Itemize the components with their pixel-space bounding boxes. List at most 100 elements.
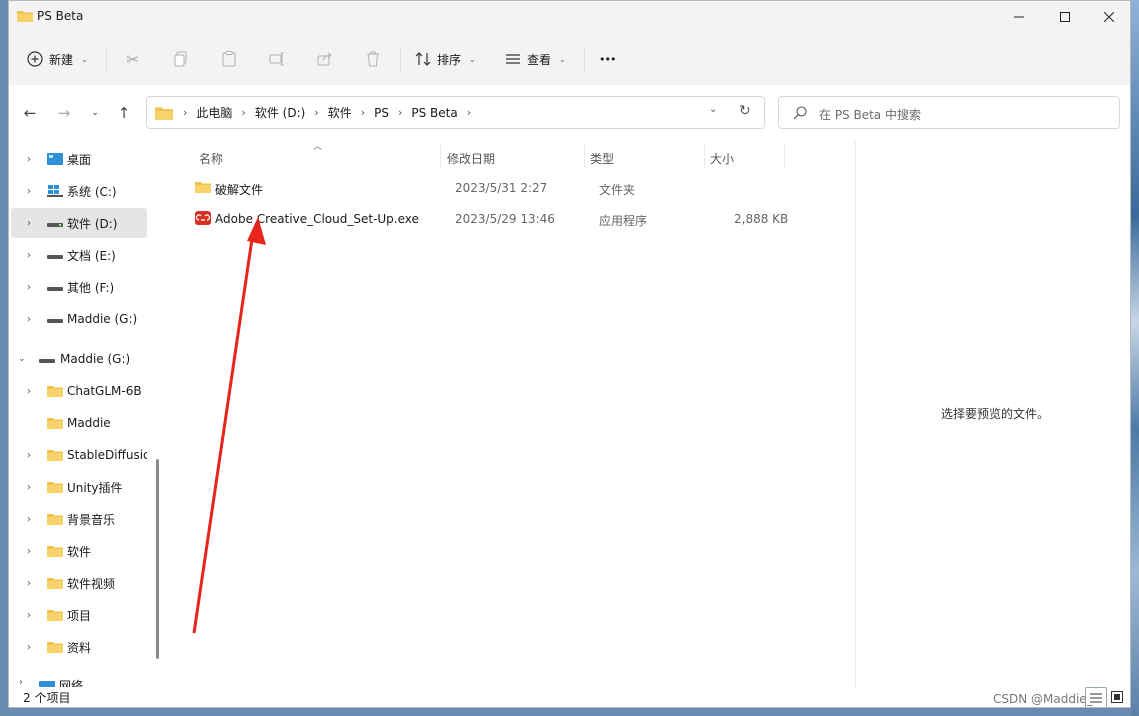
preview-pane-divider[interactable] (855, 141, 856, 687)
sidebar-scrollbar[interactable] (156, 459, 159, 659)
more-options-button[interactable]: ••• (599, 47, 616, 71)
sidebar-item-folder[interactable]: › 项目 (9, 600, 149, 630)
folder-icon (47, 610, 63, 621)
chevron-right-icon[interactable]: › (361, 106, 365, 119)
sidebar-item-drive-g-expanded[interactable]: ⌄ Maddie (G:) (9, 344, 149, 374)
up-button[interactable]: ↑ (112, 99, 136, 127)
new-label: 新建 (49, 52, 74, 67)
column-header-name[interactable]: 名称 (199, 145, 223, 171)
file-modified: 2023/5/29 13:46 (455, 212, 555, 226)
close-button[interactable] (1086, 1, 1130, 33)
navigation-pane: › 桌面 › 系统 (C:) › 软件 (D:) › 文档 (E:) › 其他 … (9, 141, 165, 687)
sidebar-item-drive-d[interactable]: › 软件 (D:) (11, 208, 147, 238)
search-box[interactable]: 在 PS Beta 中搜索 (778, 96, 1120, 129)
breadcrumb-item[interactable]: 软件 (328, 104, 352, 121)
cut-icon[interactable]: ✂ (121, 47, 145, 71)
chevron-right-icon[interactable]: › (27, 314, 31, 325)
sidebar-item-drive-f[interactable]: › 其他 (F:) (9, 272, 149, 302)
view-button[interactable]: 查看 ⌄ (505, 47, 566, 71)
chevron-right-icon[interactable]: › (27, 482, 31, 493)
sidebar-item-drive-e[interactable]: › 文档 (E:) (9, 240, 149, 270)
column-divider[interactable] (704, 143, 705, 169)
chevron-down-icon[interactable]: ⌄ (18, 354, 26, 364)
chevron-right-icon[interactable]: › (241, 106, 245, 119)
address-dropdown-button[interactable]: ⌄ (709, 104, 717, 115)
file-row[interactable]: Adobe Creative_Cloud_Set-Up.exe 2023/5/2… (183, 205, 788, 233)
chevron-right-icon[interactable]: › (27, 642, 31, 653)
sidebar-item-label: 资料 (67, 640, 92, 655)
breadcrumb-item[interactable]: PS Beta (411, 106, 457, 120)
drive-icon (47, 255, 63, 259)
maximize-button[interactable] (1042, 1, 1088, 33)
file-name: Adobe Creative_Cloud_Set-Up.exe (215, 212, 419, 226)
back-button[interactable]: ← (18, 99, 42, 127)
file-name: 破解文件 (215, 183, 264, 197)
toolbar-divider (106, 47, 107, 73)
sidebar-item-drive-c[interactable]: › 系统 (C:) (9, 176, 149, 206)
chevron-right-icon[interactable]: › (314, 106, 318, 119)
sidebar-item-folder[interactable]: › Unity插件 (9, 472, 149, 502)
file-row[interactable]: 破解文件 2023/5/31 2:27 文件夹 (183, 174, 783, 202)
item-count: 2 个项目 (23, 691, 71, 705)
file-explorer-window: PS Beta 新建 ⌄ ✂ 排序 ⌄ 查看 ⌄ ••• ← → ⌄ ↑ › 此… (8, 0, 1131, 708)
sidebar-item-folder[interactable]: › StableDiffusio (9, 440, 149, 470)
chevron-right-icon[interactable]: › (27, 186, 31, 197)
drive-icon (47, 223, 63, 227)
rename-icon[interactable] (265, 47, 289, 71)
chevron-down-icon: ⌄ (91, 108, 99, 118)
watermark: CSDN @Maddie_ (993, 692, 1093, 706)
sidebar-item-label: Maddie (67, 416, 111, 430)
chevron-right-icon[interactable]: › (27, 282, 31, 293)
column-header-modified[interactable]: 修改日期 (447, 145, 495, 171)
forward-button[interactable]: → (52, 99, 76, 127)
chevron-right-icon[interactable]: › (27, 610, 31, 621)
chevron-right-icon[interactable]: › (27, 250, 31, 261)
breadcrumb-item[interactable]: 软件 (D:) (255, 104, 305, 121)
chevron-right-icon[interactable]: › (27, 450, 31, 461)
delete-icon[interactable] (361, 47, 385, 71)
chevron-right-icon[interactable]: › (27, 546, 31, 557)
column-header-size[interactable]: 大小 (710, 145, 734, 171)
copy-icon[interactable] (169, 47, 193, 71)
recent-locations-button[interactable]: ⌄ (83, 99, 107, 127)
sidebar-item-drive-g[interactable]: › Maddie (G:) (9, 304, 149, 334)
tiles-view-button[interactable] (1107, 687, 1127, 707)
chevron-right-icon[interactable]: › (398, 106, 402, 119)
breadcrumb-item[interactable]: PS (374, 106, 389, 120)
chevron-right-icon[interactable]: › (467, 106, 471, 119)
chevron-right-icon[interactable]: › (27, 154, 31, 165)
sort-button[interactable]: 排序 ⌄ (415, 47, 476, 71)
breadcrumb-item[interactable]: 此电脑 (196, 104, 232, 121)
arrow-up-icon: ↑ (117, 104, 131, 122)
chevron-right-icon[interactable]: › (27, 514, 31, 525)
toolbar-divider (584, 47, 585, 73)
chevron-right-icon[interactable]: › (27, 386, 31, 397)
sidebar-item-desktop[interactable]: › 桌面 (9, 144, 149, 174)
sidebar-item-folder[interactable]: › 软件 (9, 536, 149, 566)
column-divider[interactable] (440, 143, 441, 169)
search-input[interactable]: 在 PS Beta 中搜索 (819, 106, 921, 123)
new-button[interactable]: 新建 ⌄ (27, 47, 88, 71)
chevron-right-icon[interactable]: › (27, 218, 31, 229)
sidebar-item-label: 软件视频 (67, 576, 116, 591)
sidebar-item-label: 其他 (F:) (67, 280, 115, 295)
refresh-button[interactable]: ↻ (739, 103, 751, 119)
sidebar-item-folder[interactable]: › 背景音乐 (9, 504, 149, 534)
arrow-left-icon: ← (23, 104, 37, 122)
share-icon[interactable] (313, 47, 337, 71)
column-header-type[interactable]: 类型 (590, 145, 614, 171)
folder-icon (17, 11, 33, 22)
sidebar-item-folder[interactable]: › 资料 (9, 632, 149, 662)
paste-icon[interactable] (217, 47, 241, 71)
column-divider[interactable] (784, 143, 785, 169)
folder-icon (195, 182, 211, 193)
chevron-right-icon[interactable]: › (19, 677, 23, 687)
address-bar[interactable]: › 此电脑 › 软件 (D:) › 软件 › PS › PS Beta › ⌄ … (146, 96, 765, 129)
column-divider[interactable] (584, 143, 585, 169)
sidebar-item-folder[interactable]: › ChatGLM-6B (9, 376, 149, 406)
sidebar-item-folder[interactable]: › 软件视频 (9, 568, 149, 598)
minimize-button[interactable] (996, 1, 1042, 33)
sidebar-item-network[interactable]: › 网络 (9, 671, 149, 687)
sidebar-item-folder[interactable]: Maddie (9, 408, 149, 438)
chevron-right-icon[interactable]: › (27, 578, 31, 589)
